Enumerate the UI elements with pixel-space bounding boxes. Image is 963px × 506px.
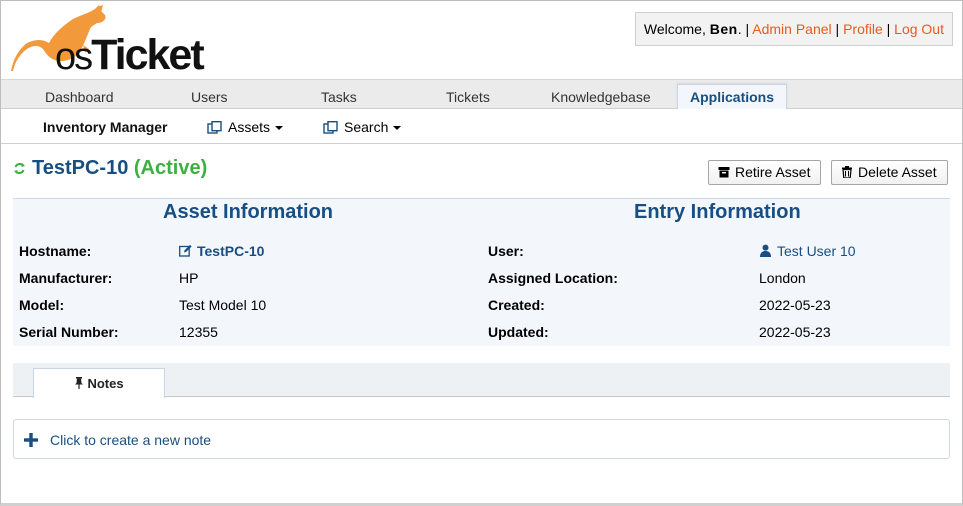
- asset-title-row: TestPC-10 (Active) Retire Asset Delete A…: [1, 144, 962, 196]
- refresh-icon[interactable]: [13, 162, 26, 175]
- retire-asset-button[interactable]: Retire Asset: [708, 160, 822, 185]
- tab-knowledgebase[interactable]: Knowledgebase: [551, 80, 651, 110]
- tab-users[interactable]: Users: [191, 80, 228, 110]
- copy-icon: [207, 121, 222, 134]
- serial-number-label: Serial Number:: [19, 324, 119, 340]
- created-value: 2022-05-23: [759, 297, 831, 313]
- asset-information-heading: Asset Information: [163, 201, 334, 223]
- delete-asset-button[interactable]: Delete Asset: [831, 160, 948, 185]
- search-menu-label: Search: [344, 119, 389, 135]
- chevron-down-icon: [275, 126, 284, 130]
- logo-os-text: os: [55, 36, 93, 78]
- page-header: osTicket Welcome, Ben. | Admin Panel | P…: [1, 1, 962, 79]
- separator: |: [745, 21, 750, 37]
- updated-value: 2022-05-23: [759, 324, 831, 340]
- entry-information-heading: Entry Information: [634, 201, 801, 223]
- osticket-logo[interactable]: osTicket: [11, 5, 221, 79]
- model-label: Model:: [19, 297, 65, 313]
- chevron-down-icon: [393, 126, 402, 130]
- separator: |: [835, 21, 840, 37]
- separator: |: [886, 21, 891, 37]
- user-name-text: Test User 10: [777, 243, 856, 259]
- admin-panel-link[interactable]: Admin Panel: [752, 21, 831, 37]
- copy-icon: [323, 121, 338, 134]
- tab-dashboard[interactable]: Dashboard: [45, 80, 114, 110]
- logout-link[interactable]: Log Out: [894, 21, 944, 37]
- asset-info-panel: Asset Information Entry Information Host…: [13, 198, 950, 346]
- serial-number-value: 12355: [179, 324, 218, 340]
- tab-applications[interactable]: Applications: [677, 84, 788, 111]
- create-note-label: Click to create a new note: [50, 432, 212, 448]
- assets-menu-label: Assets: [228, 119, 271, 135]
- updated-label: Updated:: [488, 324, 549, 340]
- assigned-location-value: London: [759, 270, 806, 286]
- manufacturer-label: Manufacturer:: [19, 270, 113, 286]
- asset-status: (Active): [133, 157, 208, 179]
- retire-asset-label: Retire Asset: [735, 164, 811, 180]
- archive-icon: [718, 167, 730, 178]
- tab-notes[interactable]: Notes: [33, 368, 165, 398]
- model-value: Test Model 10: [179, 297, 267, 313]
- inventory-manager-link[interactable]: Inventory Manager: [43, 109, 167, 145]
- hostname-label: Hostname:: [19, 243, 92, 259]
- plus-icon: [24, 433, 38, 447]
- assigned-location-label: Assigned Location:: [488, 270, 618, 286]
- user-label: User:: [488, 243, 524, 259]
- edit-icon: [179, 244, 192, 257]
- content-tabs: Notes: [13, 363, 950, 398]
- user-icon: [760, 244, 771, 257]
- profile-link[interactable]: Profile: [843, 21, 883, 37]
- welcome-user-name: Ben: [709, 21, 738, 37]
- asset-name[interactable]: TestPC-10: [32, 157, 128, 179]
- search-menu[interactable]: Search: [323, 109, 402, 145]
- user-value[interactable]: Test User 10: [759, 243, 856, 259]
- pin-icon: [75, 377, 84, 389]
- tab-notes-label: Notes: [87, 376, 124, 391]
- create-note-button[interactable]: Click to create a new note: [13, 419, 950, 459]
- app-window: osTicket Welcome, Ben. | Admin Panel | P…: [0, 0, 963, 506]
- assets-menu[interactable]: Assets: [207, 109, 284, 145]
- welcome-prefix: Welcome,: [643, 21, 710, 37]
- trash-icon: [842, 166, 852, 178]
- sub-nav: Inventory Manager Assets Search: [1, 109, 962, 144]
- hostname-value[interactable]: TestPC-10: [179, 243, 264, 259]
- welcome-suffix: .: [737, 21, 742, 37]
- hostname-text: TestPC-10: [197, 243, 265, 259]
- logo-wordmark: osTicket: [55, 31, 205, 79]
- delete-asset-label: Delete Asset: [858, 164, 937, 180]
- main-nav: Dashboard Users Tasks Tickets Knowledgeb…: [1, 79, 962, 111]
- welcome-box: Welcome, Ben. | Admin Panel | Profile | …: [634, 12, 953, 46]
- page-title: TestPC-10 (Active): [13, 157, 207, 180]
- logo-ticket-text: Ticket: [91, 31, 204, 79]
- tab-tasks[interactable]: Tasks: [321, 80, 357, 110]
- created-label: Created:: [488, 297, 545, 313]
- tab-tickets[interactable]: Tickets: [446, 80, 490, 110]
- manufacturer-value: HP: [179, 270, 199, 286]
